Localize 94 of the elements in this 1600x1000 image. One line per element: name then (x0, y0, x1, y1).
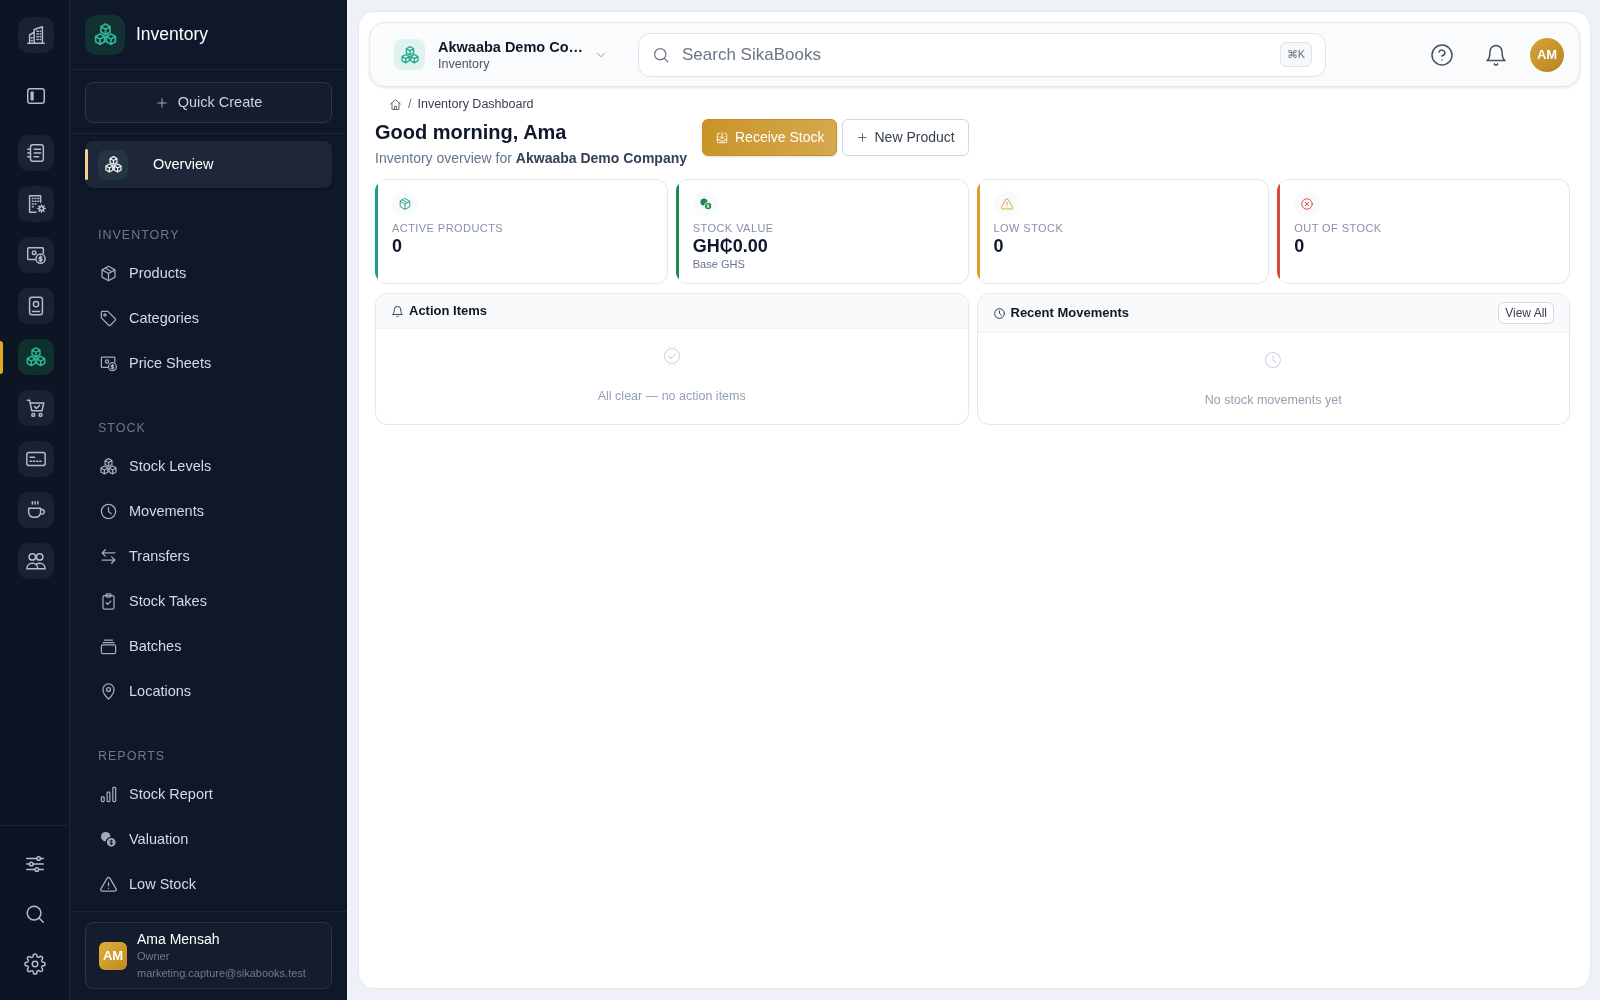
sliders-icon[interactable] (23, 853, 46, 875)
module-button[interactable] (18, 339, 54, 375)
clock-icon (1263, 350, 1284, 370)
cubes-icon (25, 346, 47, 368)
nav-item[interactable]: Stock Report (99, 783, 213, 806)
clock-icon (99, 502, 118, 521)
warning-icon (993, 191, 1020, 217)
stat-label: STOCK VALUE (692, 221, 774, 235)
nav-item[interactable]: Products (99, 262, 187, 285)
breadcrumb-current: Inventory Dashboard (417, 95, 534, 113)
selection-marker-icon (0, 340, 3, 374)
banknote-icon (25, 244, 47, 266)
user-card[interactable]: AM Ama Mensah Owner marketing.capture@sikabooks.test (85, 922, 332, 989)
panel-title: Recent Movements (1010, 304, 1129, 322)
stat-value: 0 (1294, 235, 1305, 257)
nav-item[interactable]: Price Sheets (99, 352, 212, 375)
nav-item[interactable]: Batches (99, 635, 182, 658)
nav-item[interactable]: Locations (99, 680, 192, 703)
module-button[interactable] (18, 17, 54, 53)
coins-icon (692, 191, 719, 217)
stat-value: GH₵0.00 (692, 235, 768, 257)
user-name: Ama Mensah (137, 929, 220, 948)
coins-icon (99, 830, 118, 849)
empty-message: No stock movements yet (1204, 392, 1342, 408)
page-subtitle: Inventory overview for Akwaaba Demo Company (375, 149, 687, 168)
settings-icon[interactable] (23, 953, 46, 975)
bar-chart-icon (99, 785, 118, 804)
help-icon[interactable] (1430, 42, 1454, 67)
nav-item[interactable]: Low Stock (99, 873, 196, 896)
stat-note: Base GHS (692, 257, 745, 271)
quick-create-button[interactable]: Quick Create (85, 82, 332, 123)
tray-icon (99, 637, 118, 656)
nav-item[interactable]: Stock Levels (99, 455, 212, 478)
cubes-icon (99, 457, 118, 476)
nav-item[interactable]: Valuation (99, 828, 189, 851)
empty-message: All clear — no action items (597, 388, 746, 404)
nav-item[interactable]: Stock Takes (99, 590, 207, 613)
check-circle-icon (661, 346, 682, 366)
plus-icon (856, 131, 870, 144)
stat-value: 0 (993, 235, 1004, 257)
panel-title: Action Items (409, 302, 487, 320)
nav-item[interactable]: Movements (99, 500, 204, 523)
module-button[interactable] (18, 492, 54, 528)
module-title: Inventory (136, 23, 208, 47)
stat-label: OUT OF STOCK (1294, 221, 1382, 235)
section-heading: INVENTORY (98, 228, 180, 242)
clipboard-icon (99, 592, 118, 611)
stat-label: ACTIVE PRODUCTS (392, 221, 504, 235)
module-button[interactable] (18, 390, 54, 426)
search-icon (652, 45, 670, 64)
box-icon (392, 191, 418, 217)
selection-marker-icon (85, 149, 88, 180)
bell-icon (391, 304, 404, 318)
tag-icon (99, 309, 118, 328)
bell-icon[interactable] (1484, 42, 1508, 67)
banknote-icon (99, 354, 118, 373)
module-button[interactable] (18, 237, 54, 273)
module-button[interactable] (18, 186, 54, 222)
module-button[interactable] (18, 288, 54, 324)
plus-icon (154, 95, 169, 110)
secondary-button[interactable]: New Product (842, 119, 969, 156)
nav-item[interactable]: Categories (99, 307, 200, 330)
box-icon (99, 264, 118, 283)
nav-item[interactable]: Overview (85, 141, 332, 188)
nav-item[interactable]: Transfers (99, 545, 190, 568)
cubes-icon (85, 14, 125, 55)
building-icon (25, 24, 47, 46)
cubes-icon (394, 39, 425, 70)
breadcrumb-separator: / (408, 95, 412, 113)
cup-icon (25, 499, 47, 521)
section-heading: REPORTS (98, 749, 166, 763)
user-avatar: AM (99, 941, 127, 970)
module-button[interactable] (18, 543, 54, 579)
download-tray-icon (715, 130, 729, 145)
page-title: Good morning, Ama (375, 120, 567, 145)
user-email: marketing.capture@sikabooks.test (137, 965, 306, 981)
arrows-icon (99, 547, 118, 566)
cubes-icon (98, 149, 128, 180)
company-switcher[interactable]: Akwaaba Demo Co… Inventory (394, 37, 620, 72)
warning-icon (99, 875, 118, 894)
clock-icon (992, 306, 1006, 320)
sidebar-toggle-icon[interactable] (25, 85, 47, 107)
section-heading: STOCK (98, 421, 146, 435)
cart-icon (25, 397, 47, 419)
stat-value: 0 (392, 235, 402, 257)
view-all-button[interactable]: View All (1498, 302, 1554, 324)
user-role: Owner (137, 948, 170, 964)
module-button[interactable] (18, 441, 54, 477)
module-button[interactable] (18, 135, 54, 171)
home-icon[interactable] (389, 97, 402, 111)
map-pin-icon (99, 682, 118, 701)
users-icon (25, 550, 47, 572)
stat-label: LOW STOCK (993, 221, 1064, 235)
document-list-icon (25, 142, 47, 164)
